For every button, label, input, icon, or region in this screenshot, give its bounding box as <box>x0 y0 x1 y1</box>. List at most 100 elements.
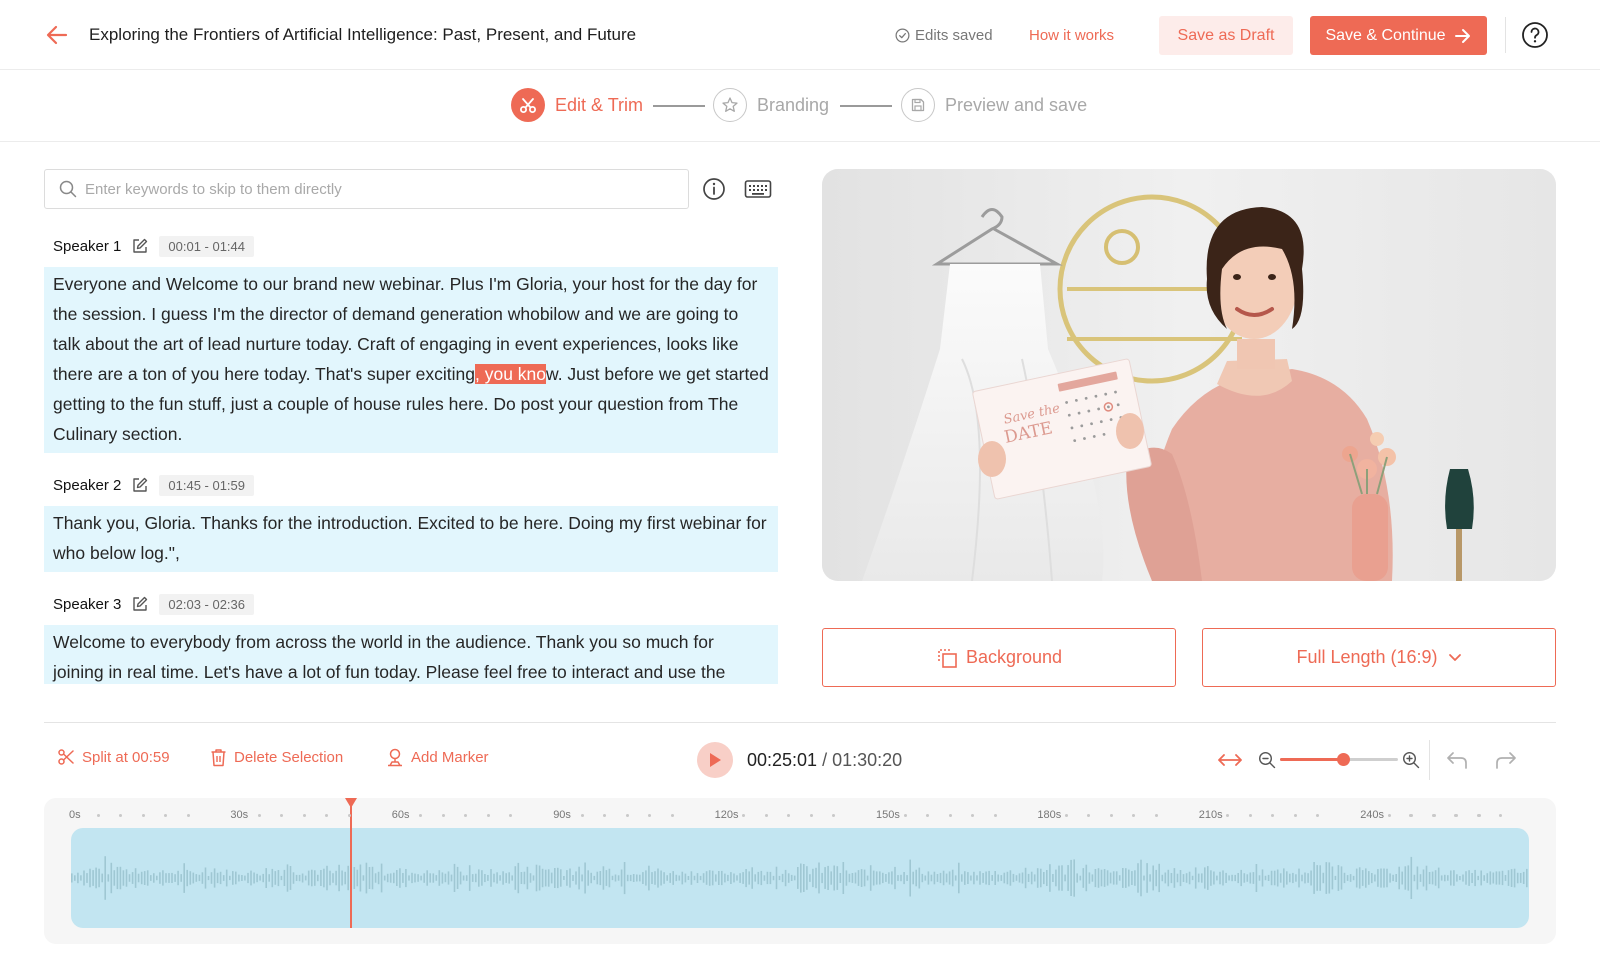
zoom-in-icon[interactable] <box>1402 751 1420 769</box>
waveform-bar <box>508 872 510 884</box>
waveform-bar <box>699 875 702 881</box>
waveform-bar <box>335 870 337 886</box>
waveform-bar <box>800 863 802 893</box>
waveform-bar <box>636 874 638 882</box>
waveform-bar <box>1125 868 1127 888</box>
redo-icon[interactable] <box>1494 748 1518 772</box>
waveform-bar <box>830 871 832 885</box>
transcript-text[interactable]: Everyone and Welcome to our brand new we… <box>44 267 778 453</box>
star-icon <box>713 88 747 122</box>
waveform-bar <box>1310 870 1312 886</box>
delete-selection-button[interactable]: Delete Selection <box>210 748 343 767</box>
waveform-bar <box>426 870 428 886</box>
save-as-draft-button[interactable]: Save as Draft <box>1159 16 1293 55</box>
waveform-bar <box>1055 869 1057 887</box>
add-marker-button[interactable]: Add Marker <box>386 748 489 767</box>
transcript-block: Speaker 3 02:03 - 02:36 Welcome to every… <box>44 590 778 684</box>
waveform-bar <box>687 876 690 880</box>
waveform-bar <box>1410 856 1413 899</box>
waveform-bar <box>475 873 477 883</box>
timeline-tick-dot <box>625 814 629 817</box>
waveform-bar <box>1131 871 1133 885</box>
waveform-bar <box>793 875 796 881</box>
waveform-bar <box>462 875 465 881</box>
back-arrow-icon[interactable] <box>44 22 70 48</box>
waveform-bar <box>1118 875 1121 881</box>
waveform-bar <box>1358 867 1361 889</box>
timeline-tick-dot <box>1271 814 1275 817</box>
edit-icon[interactable] <box>131 595 149 613</box>
background-button[interactable]: Background <box>822 628 1176 687</box>
speaker-name: Speaker 2 <box>53 476 122 494</box>
waveform-bar <box>836 866 839 890</box>
how-it-works-link[interactable]: How it works <box>1029 27 1114 44</box>
waveform-track[interactable] <box>71 828 1529 928</box>
fit-width-icon[interactable] <box>1217 750 1243 770</box>
keyboard-icon[interactable] <box>744 178 772 200</box>
waveform-bar <box>775 866 778 890</box>
waveform-bar <box>216 872 219 884</box>
waveform-bar <box>1504 875 1507 881</box>
step-edit-trim[interactable]: Edit & Trim <box>511 88 643 122</box>
waveform-bar <box>1179 870 1182 887</box>
video-preview[interactable]: Save the DATE <box>822 169 1556 581</box>
split-button[interactable]: Split at 00:59 <box>57 748 170 766</box>
waveform-bar <box>681 871 684 885</box>
waveform-bar <box>724 873 726 883</box>
timeline-tick-dot <box>257 814 261 817</box>
selected-text-highlight[interactable]: , you kno <box>474 364 547 384</box>
step-preview-save[interactable]: Preview and save <box>901 88 1087 122</box>
waveform-bar <box>924 875 927 881</box>
waveform-bar <box>250 870 252 886</box>
waveform-bar <box>225 869 228 887</box>
step-branding[interactable]: Branding <box>713 88 829 122</box>
waveform-bar <box>1313 862 1315 894</box>
waveform-bar <box>620 869 623 887</box>
waveform-bar <box>1495 871 1498 885</box>
waveform-bar <box>784 869 787 887</box>
step-label: Edit & Trim <box>555 94 644 115</box>
waveform-bar <box>833 865 835 891</box>
waveform-bar <box>976 875 978 881</box>
zoom-slider[interactable] <box>1280 752 1398 768</box>
zoom-out-icon[interactable] <box>1258 751 1276 769</box>
waveform-bar <box>134 868 137 888</box>
waveform-bar <box>444 873 447 883</box>
info-icon[interactable] <box>701 176 727 202</box>
playhead-marker[interactable] <box>344 798 357 928</box>
waveform-bar <box>645 870 647 886</box>
aspect-ratio-dropdown[interactable]: Full Length (16:9) <box>1202 628 1556 687</box>
timeline-tick-dot <box>325 814 329 817</box>
waveform-bar <box>1012 873 1015 883</box>
arrow-right-icon <box>1454 28 1470 43</box>
waveform-bar <box>438 870 441 886</box>
edit-icon[interactable] <box>131 237 149 255</box>
save-and-continue-button[interactable]: Save & Continue <box>1310 16 1487 55</box>
waveform-bar <box>1246 874 1249 882</box>
zoom-slider-handle[interactable] <box>1336 753 1350 766</box>
waveform-bar <box>809 874 811 882</box>
edit-icon[interactable] <box>131 476 149 494</box>
speaker-name: Speaker 1 <box>53 237 122 255</box>
play-button[interactable] <box>697 742 733 778</box>
transcript-text[interactable]: Welcome to everybody from across the wor… <box>44 625 778 684</box>
timeline-tick-dot <box>1476 814 1480 817</box>
waveform-bar <box>1228 875 1230 881</box>
audio-timeline[interactable]: 0s 30s 60s 90s 120s 150s 180s 210s 240s <box>44 798 1556 944</box>
help-icon[interactable] <box>1521 21 1549 49</box>
waveform-bar <box>951 869 954 887</box>
waveform-bar <box>812 868 814 888</box>
waveform-bar <box>502 871 504 885</box>
waveform-bar <box>156 875 158 881</box>
split-label: Split at 00:59 <box>82 748 170 766</box>
waveform-bar <box>1115 871 1118 885</box>
waveform-bar <box>672 871 674 885</box>
undo-icon[interactable] <box>1445 748 1469 772</box>
waveform-bar <box>165 873 167 883</box>
transcript-text[interactable]: Thank you, Gloria. Thanks for the introd… <box>44 506 778 572</box>
waveform-bar <box>942 870 945 886</box>
search-input[interactable] <box>85 180 645 198</box>
waveform-bar <box>1492 872 1495 884</box>
waveform-bar <box>517 862 520 894</box>
waveform-bar <box>1295 874 1297 882</box>
